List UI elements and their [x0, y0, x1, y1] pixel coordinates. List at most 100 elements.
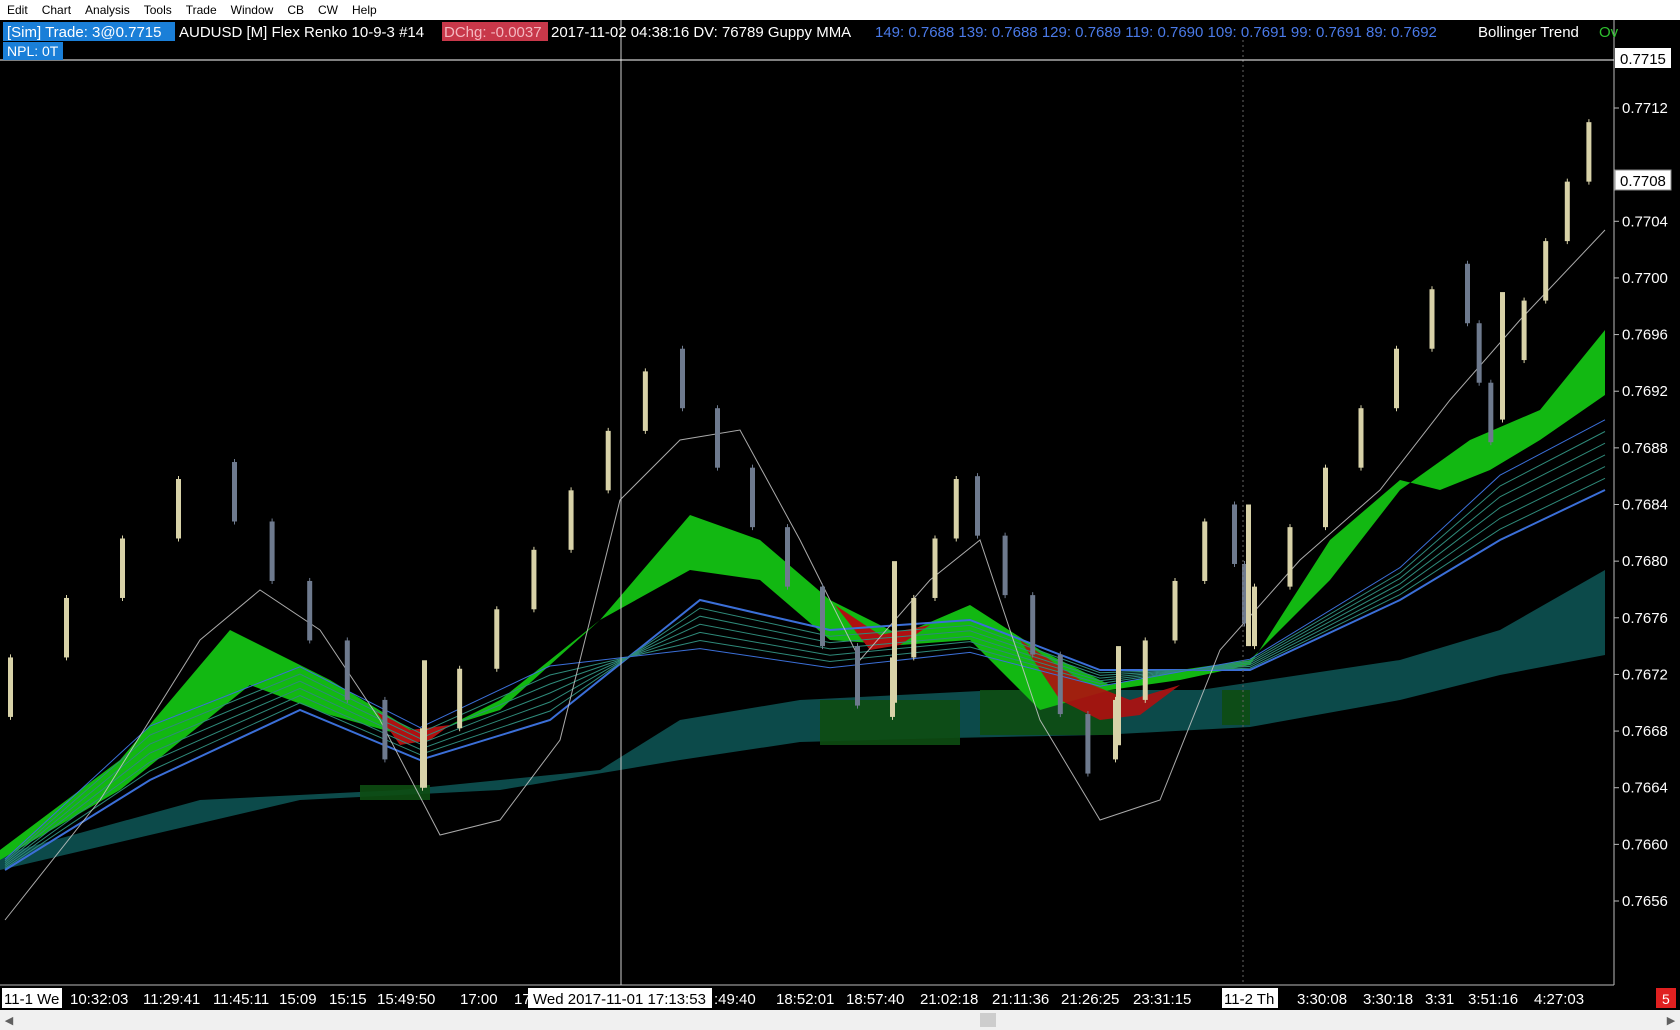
renko-bar-up: [494, 609, 500, 669]
menu-cw[interactable]: CW: [311, 0, 345, 20]
renko-bar-up: [1172, 580, 1178, 641]
sim-trade-label: [Sim] Trade: 3@0.7715: [7, 24, 161, 41]
renko-bar-down: [820, 586, 825, 647]
renko-reversal-bar: [892, 561, 897, 703]
renko-bar-down: [232, 462, 237, 522]
time-tick-label: 11-1 We: [4, 991, 59, 1008]
renko-bar-up: [1202, 521, 1208, 581]
menu-window[interactable]: Window: [224, 0, 281, 20]
menu-help[interactable]: Help: [345, 0, 384, 20]
menu-trade[interactable]: Trade: [179, 0, 224, 20]
time-tick-label: 21:11:36: [992, 991, 1049, 1008]
renko-bar-down: [855, 646, 860, 706]
time-tick-label: 3:31: [1425, 991, 1454, 1008]
renko-bar-up: [1586, 122, 1592, 182]
price-tick-label: 0.7696: [1622, 327, 1668, 344]
bollinger-label: Bollinger Trend: [1478, 24, 1579, 41]
scroll-right-icon[interactable]: ▶: [1662, 1010, 1680, 1030]
price-tick-label: 0.7668: [1622, 723, 1668, 740]
time-tick-label: :49:40: [714, 991, 756, 1008]
corner-badge[interactable]: 5: [1662, 991, 1670, 1007]
renko-bar-up: [1521, 300, 1527, 361]
menu-tools[interactable]: Tools: [137, 0, 179, 20]
renko-bar-up: [1394, 348, 1399, 409]
guppy-values: 149: 0.7688 139: 0.7688 129: 0.7689 119:…: [875, 24, 1437, 41]
renko-bar-up: [642, 371, 648, 431]
price-tick-label: 0.7692: [1622, 383, 1668, 400]
menu-cb[interactable]: CB: [280, 0, 311, 20]
time-tick-label: 18:57:40: [846, 991, 904, 1008]
renko-bar-up: [120, 538, 125, 598]
renko-bar-down: [1476, 323, 1482, 383]
renko-bar-up: [932, 538, 938, 598]
price-tick-label: 0.7700: [1622, 270, 1668, 287]
renko-bar-up: [1287, 527, 1293, 587]
renko-bar-up: [1543, 241, 1549, 301]
price-chart[interactable]: [Sim] Trade: 3@0.7715 AUDUSD [M] Flex Re…: [0, 20, 1680, 1010]
price-tick-label: 0.7680: [1622, 553, 1668, 570]
last-price-flag: 0.7708: [1620, 173, 1666, 190]
renko-bar-up: [1252, 586, 1257, 647]
renko-bar-up: [531, 549, 537, 610]
price-tick-label: 0.7672: [1622, 666, 1668, 683]
price-tick-label: 0.7664: [1622, 780, 1668, 797]
renko-bar-up: [605, 430, 611, 491]
instrument-label: AUDUSD [M] Flex Renko 10-9-3 #14: [179, 24, 424, 41]
renko-bar-up: [953, 479, 959, 539]
chart-background: [0, 20, 1680, 1010]
menu-edit[interactable]: Edit: [0, 0, 35, 20]
menu-analysis[interactable]: Analysis: [78, 0, 137, 20]
renko-bar-down: [680, 348, 685, 409]
dchg-label: DChg: -0.0037: [444, 24, 542, 41]
price-tick-label: 0.7656: [1622, 893, 1668, 910]
price-tick-label: 0.7676: [1622, 610, 1668, 627]
renko-reversal-bar: [1246, 504, 1251, 647]
horizontal-scrollbar[interactable]: ◀ ▶: [0, 1010, 1680, 1030]
price-tick-label: 0.7712: [1622, 100, 1668, 117]
renko-bar-up: [64, 597, 69, 658]
renko-bar-up: [1358, 408, 1364, 468]
renko-reversal-bar: [1116, 646, 1121, 746]
bollinger-value: Ov: [1599, 24, 1619, 41]
time-tick-label: 10:32:03: [70, 991, 128, 1008]
time-axis[interactable]: 11-1 We 10:32:03 11:29:41 11:45:11 15:09 15:1…: [2, 988, 1584, 1008]
time-tick-label: 3:51:16: [1468, 991, 1518, 1008]
time-tick-label: 3:30:18: [1363, 991, 1413, 1008]
price-axis[interactable]: 0.7712 0.7704 0.7700 0.7696 0.7692 0.7688 0.76…: [1614, 100, 1668, 910]
time-tick-label: 21:02:18: [920, 991, 978, 1008]
scroll-left-icon[interactable]: ◀: [0, 1010, 18, 1030]
renko-bar-up: [176, 479, 181, 539]
time-tick-label: 15:15: [329, 991, 367, 1008]
time-tick-label: 3:30:08: [1297, 991, 1347, 1008]
renko-bar-up: [911, 597, 917, 658]
time-tick-label: 23:31:15: [1133, 991, 1191, 1008]
renko-bar-down: [1057, 654, 1063, 715]
trend-highlight: [1222, 690, 1250, 725]
renko-bar-down: [1488, 382, 1494, 443]
renko-bar-down: [269, 521, 275, 581]
renko-bar-up: [1429, 289, 1435, 349]
scroll-thumb[interactable]: [980, 1013, 996, 1027]
renko-bar-up: [1323, 467, 1328, 528]
renko-bar-down: [344, 640, 350, 700]
renko-reversal-bar: [422, 660, 427, 788]
renko-bar-down: [975, 476, 980, 536]
renko-bar-up: [1142, 640, 1148, 700]
trend-highlight: [360, 785, 430, 800]
date-dv-label: 2017-11-02 04:38:16 DV: 76789 Guppy MMA: [551, 24, 851, 41]
renko-bar-up: [8, 657, 13, 717]
time-tick-label: 18:52:01: [776, 991, 834, 1008]
renko-bar-down: [1085, 714, 1091, 774]
renko-bar-down: [1030, 595, 1036, 655]
time-tick-label: 4:27:03: [1534, 991, 1584, 1008]
price-tick-label: 0.7684: [1622, 497, 1668, 514]
renko-bar-down: [1465, 263, 1470, 324]
renko-bar-down: [1232, 504, 1237, 564]
menu-bar: Edit Chart Analysis Tools Trade Window C…: [0, 0, 1680, 20]
renko-bar-down: [715, 408, 720, 468]
price-tick-label: 0.7704: [1622, 213, 1668, 230]
time-tick-label: 15:49:50: [377, 991, 435, 1008]
menu-chart[interactable]: Chart: [35, 0, 78, 20]
price-tick-label: 0.7688: [1622, 440, 1668, 457]
crosshair-time-label: Wed 2017-11-01 17:13:53: [533, 991, 706, 1008]
